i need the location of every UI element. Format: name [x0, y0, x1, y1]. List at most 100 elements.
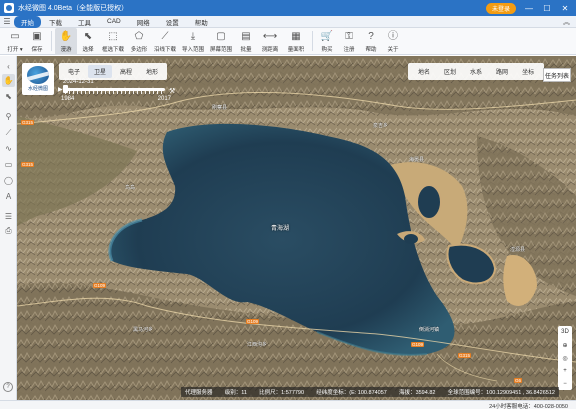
locate-icon[interactable]: ◎ — [562, 355, 567, 362]
toggle-place-names[interactable]: 地名 — [411, 65, 437, 78]
print-tool-icon[interactable]: ⎙ — [2, 224, 15, 237]
history-timeline[interactable]: 2024-12-31 ▶ 1984 2017 — [58, 78, 171, 104]
tools-icon[interactable]: ⚒ — [169, 87, 175, 95]
map-logo: 水经微图 — [22, 63, 54, 95]
toggle-admin-boundaries[interactable]: 区划 — [437, 65, 463, 78]
tab-electronic[interactable]: 电子 — [62, 65, 86, 78]
place-label: 泉吉乡 — [373, 123, 389, 129]
road-badge: G109 — [246, 319, 260, 324]
menu-download[interactable]: 下载 — [41, 17, 70, 27]
circle-tool-icon[interactable]: ◯ — [2, 174, 15, 187]
road-badge: G315 — [21, 120, 35, 125]
text-tool-icon[interactable]: A — [2, 190, 15, 203]
import-range-icon: ⤓ — [190, 31, 196, 42]
toolbar-label: 漫游 — [60, 47, 72, 53]
place-label: 倒淌河镇 — [419, 327, 440, 333]
toggle-coordinates[interactable]: 坐标 — [515, 65, 541, 78]
layers-tool-icon[interactable]: ☰ — [2, 210, 15, 223]
menu-help[interactable]: 帮助 — [187, 17, 216, 27]
collapse-ribbon-icon[interactable]: ︽ — [563, 17, 570, 27]
marker-tool-icon[interactable]: ⚲ — [2, 110, 15, 123]
tab-terrain[interactable]: 地形 — [140, 65, 164, 78]
curve-tool-icon[interactable]: ∿ — [2, 142, 15, 155]
toolbar-button-import-range[interactable]: ⤓ 导入范围 — [179, 28, 207, 55]
collapse-panel-icon[interactable]: ‹ — [2, 60, 15, 73]
place-label: 刚察县 — [212, 105, 228, 111]
menu-settings[interactable]: 设置 — [158, 17, 187, 27]
tab-elevation[interactable]: 高程 — [114, 65, 138, 78]
toolbar-button-cart[interactable]: 🛒 购买 — [316, 28, 338, 55]
help-circle-icon[interactable]: ? — [3, 382, 13, 392]
toolbar-button-select[interactable]: ⬉ 选择 — [77, 28, 99, 55]
rectangle-tool-icon[interactable]: ▭ — [2, 158, 15, 171]
toolbar-label: 屏幕范围 — [209, 47, 232, 53]
task-list-button[interactable]: 任务列表 — [543, 68, 571, 82]
pointer-tool-icon[interactable]: ⬉ — [2, 90, 15, 103]
measure-distance-icon: ⟷ — [262, 31, 278, 42]
logo-text: 水经微图 — [27, 86, 48, 92]
toolbar-button-about[interactable]: ⓘ 关于 — [382, 28, 404, 55]
road-badge: G109 — [93, 283, 107, 288]
status-scale: 比例尺：1:577790 — [259, 390, 305, 396]
help-icon: ? — [368, 31, 374, 42]
toolbar-button-help[interactable]: ? 帮助 — [360, 28, 382, 55]
globe-icon — [27, 66, 49, 84]
toolbar-button-line-download[interactable]: ⟋ 沿线下载 — [151, 28, 179, 55]
menu-network[interactable]: 网络 — [129, 17, 158, 27]
timeline-end-year: 2017 — [157, 96, 171, 102]
menu-tools[interactable]: 工具 — [70, 17, 99, 27]
toggle-water[interactable]: 水系 — [463, 65, 489, 78]
close-button[interactable]: ✕ — [560, 4, 570, 13]
toolbar-label: 导入范围 — [181, 47, 204, 53]
toolbar-label: 注册 — [343, 47, 355, 53]
place-label: 海晏县 — [409, 157, 425, 163]
tab-satellite[interactable]: 卫星 — [88, 65, 113, 78]
3d-toggle-button[interactable]: 3D — [561, 329, 569, 335]
zoom-out-button[interactable]: − — [563, 381, 567, 387]
toolbar-label: 批量 — [240, 47, 252, 53]
hamburger-icon[interactable]: ☰ — [0, 17, 14, 26]
screen-range-icon: ▢ — [216, 31, 226, 42]
toolbar-button-polygon[interactable]: ⬠ 多边形 — [127, 28, 151, 55]
toolbar-button-measure-area[interactable]: ▦ 量面积 — [283, 28, 309, 55]
place-label: 湟源县 — [510, 247, 526, 253]
toolbar-button-batch[interactable]: ▤ 批量 — [235, 28, 257, 55]
timeline-slider-handle[interactable] — [63, 85, 68, 93]
status-elevation: 海拔：3594.82 — [399, 390, 436, 396]
road-badge: G109 — [411, 342, 425, 347]
menu-cad[interactable]: CAD — [99, 18, 129, 25]
play-icon[interactable]: ▶ — [58, 86, 63, 93]
compass-icon[interactable]: ⊕ — [562, 342, 567, 349]
toolbar-button-hand[interactable]: ✋ 漫游 — [55, 28, 77, 55]
toggle-roads[interactable]: 路网 — [489, 65, 515, 78]
polygon-icon: ⬠ — [134, 31, 144, 42]
toolbar-button-screen-range[interactable]: ▢ 屏幕范围 — [207, 28, 235, 55]
footer-bar: 24小时客服电话：400-028-0050 — [0, 400, 576, 410]
place-label: 鸟岛 — [125, 185, 136, 191]
hand-tool-icon[interactable]: ✋ — [2, 74, 15, 87]
menu-start[interactable]: 开始 — [14, 15, 41, 28]
polyline-tool-icon[interactable]: ⟋ — [2, 126, 15, 139]
toolbar-label: 框选下载 — [101, 47, 124, 53]
zoom-in-button[interactable]: + — [563, 368, 567, 374]
status-provider: 代理服务器 — [185, 390, 213, 396]
road-badge: G6 — [514, 378, 523, 383]
timeline-start-year: 1984 — [61, 96, 75, 102]
toolbar-label: 沿线下载 — [153, 47, 176, 53]
login-button[interactable]: 未登录 — [485, 2, 516, 14]
toolbar-label: 帮助 — [365, 47, 377, 53]
place-label: 江西沟乡 — [247, 342, 268, 348]
toolbar-button-measure-distance[interactable]: ⟷ 测距离 — [257, 28, 283, 55]
toolbar-button-box-download[interactable]: ⬚ 框选下载 — [99, 28, 127, 55]
toolbar-button-open[interactable]: ▭ 打开 ▾ — [4, 28, 26, 55]
map-view[interactable]: 刚察县 泉吉乡 鸟岛 海晏县 湟源县 倒淌河镇 江西沟乡 黑马河乡 青海湖 G3… — [17, 56, 576, 400]
toolbar-button-save[interactable]: ▣ 保存 — [26, 28, 48, 55]
open-icon: ▭ — [10, 31, 20, 42]
status-tile-number: 全球范围编号：100.12909451 , 36.8426512 — [447, 390, 555, 396]
title-bar: 水经微图 4.0Beta（全能版已授权） 未登录 — ☐ ✕ — [0, 0, 576, 16]
toolbar-button-register[interactable]: ⚿ 注册 — [338, 28, 360, 55]
toolbar-label: 多边形 — [130, 47, 148, 53]
maximize-button[interactable]: ☐ — [542, 4, 552, 13]
batch-icon: ▤ — [241, 31, 251, 42]
minimize-button[interactable]: — — [524, 4, 534, 13]
